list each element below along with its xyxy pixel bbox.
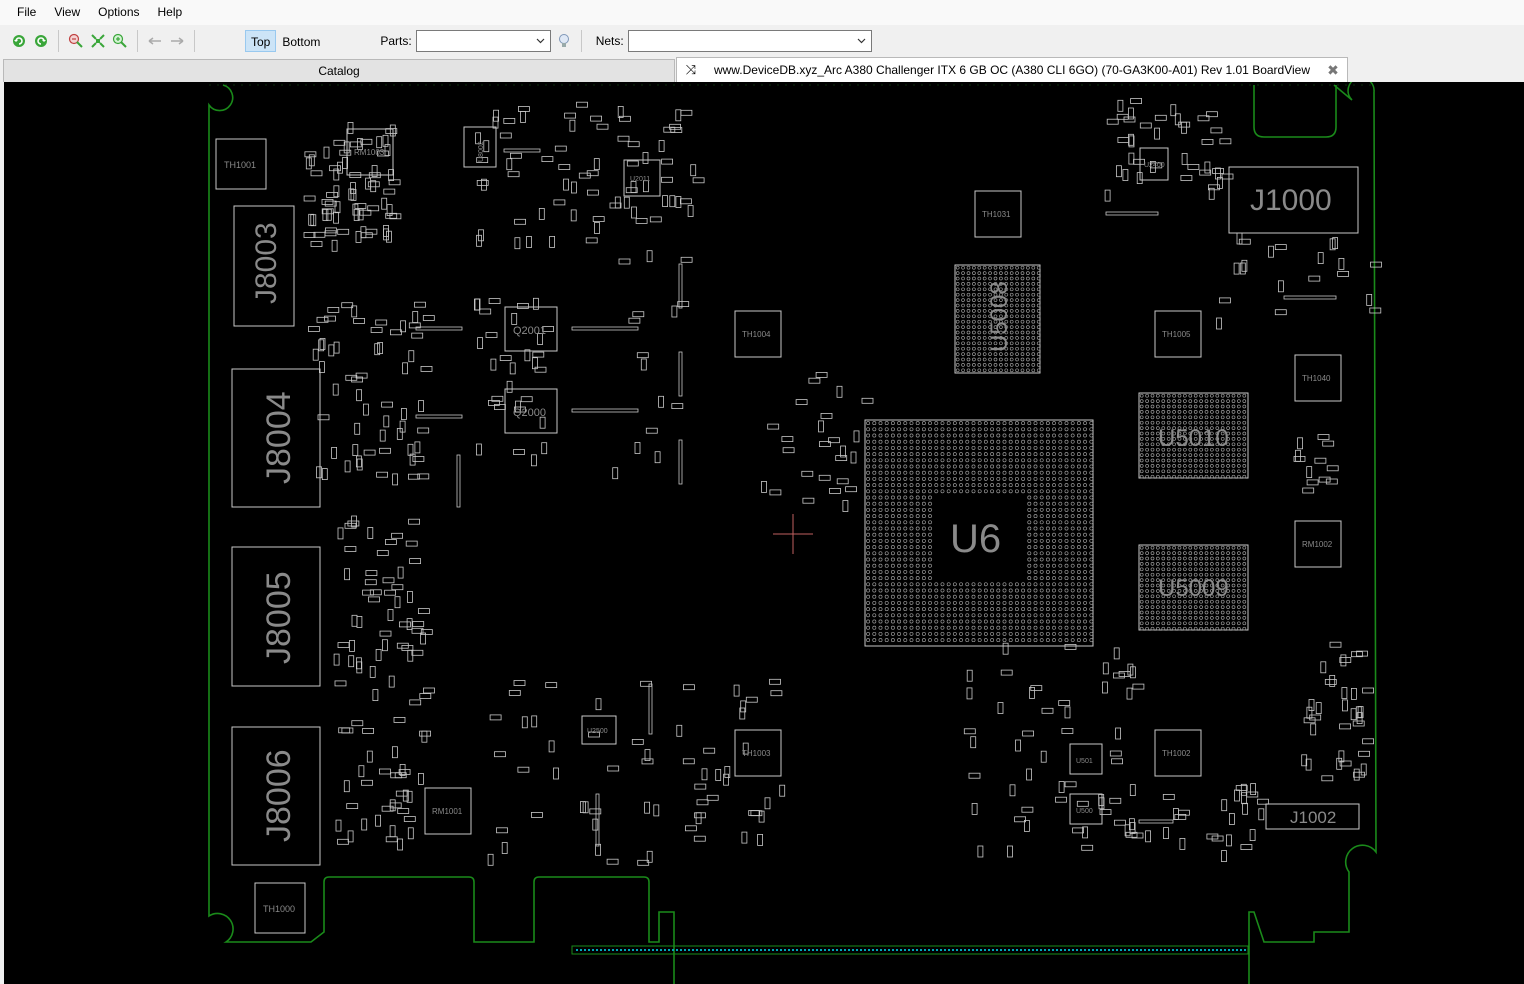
lightbulb-icon — [558, 34, 569, 47]
label-RM1003: RM1003 — [354, 148, 385, 157]
zoom-out-button[interactable] — [65, 30, 87, 52]
zoom-out-icon — [68, 33, 83, 48]
label-U2011: U2011 — [630, 176, 650, 183]
label-J8004: J8004 — [260, 391, 298, 484]
label-J8003: J8003 — [250, 222, 283, 304]
label-Q2000: Q2000 — [513, 407, 546, 419]
tab-bar: Catalog ⤨ www.DeviceDB.xyz_Arc A380 Chal… — [0, 57, 1524, 82]
component-outlines — [215, 126, 1360, 934]
menu-help[interactable]: Help — [149, 0, 192, 25]
label-RM1002: RM1002 — [1302, 540, 1333, 549]
label-J1002: J1002 — [1290, 808, 1336, 827]
cursor-crosshair — [773, 514, 813, 554]
label-U8002: U8002 — [478, 141, 485, 162]
tab-boardview[interactable]: ⤨ www.DeviceDB.xyz_Arc A380 Challenger I… — [676, 57, 1348, 82]
label-J8005: J8005 — [260, 571, 298, 664]
arrow-right-icon — [171, 37, 184, 45]
label-J8006: J8006 — [260, 749, 298, 842]
close-icon[interactable]: ✖ — [1319, 62, 1347, 79]
rotate-cw-button[interactable] — [8, 30, 30, 52]
back-button[interactable] — [144, 30, 166, 52]
label-U500: U500 — [1076, 808, 1093, 815]
toolbar-separator — [137, 30, 138, 52]
bga-balls — [576, 265, 1247, 951]
bottom-side-button[interactable]: Bottom — [276, 30, 326, 52]
label-RM1001: RM1001 — [432, 807, 463, 816]
rotate-ccw-button[interactable] — [30, 30, 52, 52]
nets-combo[interactable] — [627, 30, 872, 52]
swap-icon[interactable]: ⤨ — [677, 62, 705, 78]
zoom-in-icon — [112, 33, 127, 48]
rotate-cw-icon — [13, 35, 25, 47]
nets-input[interactable] — [628, 31, 853, 51]
top-side-button[interactable]: Top — [245, 30, 277, 52]
tab-catalog[interactable]: Catalog — [3, 59, 675, 82]
menu-options[interactable]: Options — [89, 0, 148, 25]
label-TH1001: TH1001 — [224, 160, 256, 170]
menu-file[interactable]: File — [8, 0, 45, 25]
label-TH1031: TH1031 — [982, 210, 1011, 219]
zoom-fit-button[interactable] — [87, 30, 109, 52]
label-U5010: U5010 — [1158, 425, 1229, 452]
parts-label: Parts: — [380, 34, 412, 48]
parts-combo[interactable] — [415, 30, 551, 52]
toolbar-separator — [58, 30, 59, 52]
toolbar: Top Bottom Parts: Nets: — [0, 25, 1524, 57]
label-U5009: U5009 — [1158, 575, 1229, 602]
label-Q2001: Q2001 — [513, 325, 546, 337]
label-TH1004: TH1004 — [742, 330, 771, 339]
label-U2400: U2400 — [1144, 162, 1165, 169]
part-labels: J8003 J8004 J8005 J8006 J1000 J1002 U6 U… — [224, 141, 1336, 914]
small-components — [303, 98, 1382, 866]
menu-bar: File View Options Help — [0, 0, 1524, 25]
label-TH1000: TH1000 — [263, 904, 295, 914]
nets-label: Nets: — [595, 34, 624, 48]
label-TH1040: TH1040 — [1302, 374, 1331, 383]
label-TH1002: TH1002 — [1162, 749, 1191, 758]
tab-catalog-label: Catalog — [318, 64, 360, 78]
label-TH1003: TH1003 — [742, 749, 771, 758]
zoom-in-button[interactable] — [109, 30, 131, 52]
label-U5008: U5008 — [986, 281, 1013, 352]
zoom-fit-icon — [91, 34, 105, 48]
parts-input[interactable] — [416, 31, 532, 51]
chevron-down-icon[interactable] — [534, 33, 548, 49]
arrow-left-icon — [148, 37, 161, 45]
rotate-ccw-icon — [35, 35, 47, 47]
label-J1000: J1000 — [1250, 184, 1332, 217]
toolbar-separator — [580, 30, 582, 52]
label-U2500: U2500 — [587, 728, 608, 735]
label-U501: U501 — [1076, 758, 1093, 765]
label-TH1005: TH1005 — [1162, 330, 1191, 339]
find-part-button[interactable] — [553, 30, 575, 52]
forward-button[interactable] — [166, 30, 188, 52]
board-canvas[interactable]: J8003 J8004 J8005 J8006 J1000 J1002 U6 U… — [4, 82, 1524, 984]
chevron-down-icon[interactable] — [855, 33, 869, 49]
toolbar-separator — [194, 30, 195, 52]
board-view[interactable]: J8003 J8004 J8005 J8006 J1000 J1002 U6 U… — [4, 82, 1524, 984]
menu-view[interactable]: View — [45, 0, 89, 25]
tab-boardview-label: www.DeviceDB.xyz_Arc A380 Challenger ITX… — [713, 63, 1311, 77]
label-U6: U6 — [950, 517, 1001, 561]
